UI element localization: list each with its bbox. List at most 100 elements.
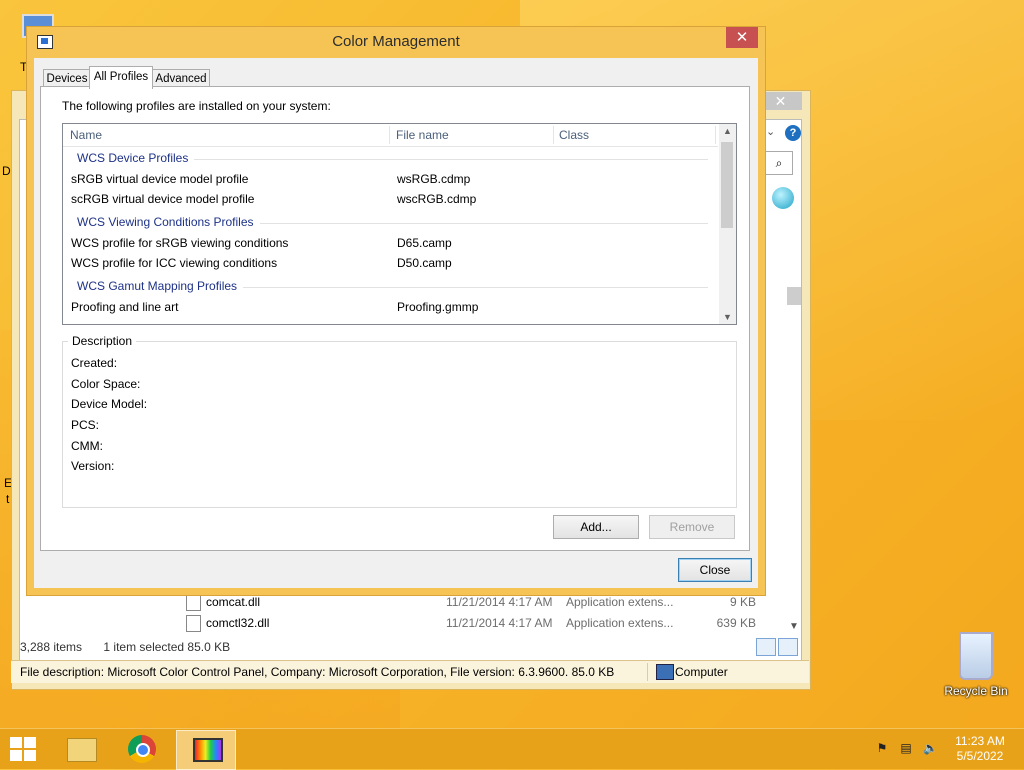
search-icon[interactable]: ⌕ bbox=[765, 151, 793, 175]
selection-info: 1 item selected 85.0 KB bbox=[103, 640, 231, 654]
group-header[interactable]: WCS Device Profiles bbox=[63, 148, 718, 168]
column-divider[interactable] bbox=[553, 126, 554, 144]
device-model-label: Device Model: bbox=[71, 397, 148, 411]
color-ball-icon bbox=[772, 187, 794, 209]
recycle-bin-label: Recycle Bin bbox=[944, 684, 1008, 698]
add-button[interactable]: Add... bbox=[553, 515, 639, 539]
list-header: Name File name Class bbox=[63, 124, 718, 147]
profile-file: Proofing.gmmp bbox=[397, 300, 479, 314]
profile-file: wscRGB.cdmp bbox=[397, 192, 477, 206]
item-count: 3,288 items bbox=[20, 640, 83, 654]
group-title: WCS Device Profiles bbox=[77, 151, 195, 165]
group-title: WCS Gamut Mapping Profiles bbox=[77, 279, 244, 293]
group-divider bbox=[241, 287, 708, 288]
clock-date: 5/5/2022 bbox=[956, 749, 1004, 763]
file-description: File description: Microsoft Color Contro… bbox=[20, 665, 615, 679]
created-label: Created: bbox=[71, 356, 118, 370]
installed-profiles-text: The following profiles are installed on … bbox=[62, 99, 331, 113]
start-button[interactable] bbox=[10, 737, 36, 761]
file-size: 9 KB bbox=[729, 595, 756, 609]
taskbar-file-explorer[interactable] bbox=[52, 730, 110, 768]
scrollbar-thumb[interactable] bbox=[787, 287, 801, 305]
scroll-down-arrow-icon[interactable]: ▼ bbox=[789, 621, 799, 632]
description-group: Description Created: Color Space: Device… bbox=[62, 334, 737, 508]
scrollbar-thumb[interactable] bbox=[721, 142, 733, 228]
version-label: Version: bbox=[71, 459, 115, 473]
dialog-title: Color Management bbox=[332, 33, 460, 50]
network-icon[interactable]: ▤ bbox=[899, 741, 913, 755]
all-profiles-panel: The following profiles are installed on … bbox=[40, 86, 750, 551]
list-item[interactable]: WCS profile for sRGB viewing conditions … bbox=[63, 233, 718, 253]
taskbar: ⚑ ▤ 🔈 11:23 AM 5/5/2022 bbox=[0, 728, 1024, 770]
dialog-client-area: Devices All Profiles Advanced The follow… bbox=[34, 58, 758, 588]
group-divider bbox=[253, 223, 708, 224]
color-space-label: Color Space: bbox=[71, 377, 141, 391]
divider bbox=[647, 663, 648, 681]
view-buttons bbox=[756, 638, 800, 659]
column-divider[interactable] bbox=[715, 126, 716, 144]
profile-name: scRGB virtual device model profile bbox=[71, 192, 255, 206]
taskbar-chrome[interactable] bbox=[114, 730, 172, 768]
recycle-bin[interactable]: Recycle Bin bbox=[944, 632, 1008, 698]
group-divider bbox=[193, 159, 708, 160]
dialog-close-button[interactable]: ✕ bbox=[726, 27, 758, 48]
file-row[interactable]: comctl32.dll 11/21/2014 4:17 AM Applicat… bbox=[186, 613, 756, 633]
remove-button[interactable]: Remove bbox=[649, 515, 735, 539]
action-center-flag-icon[interactable]: ⚑ bbox=[875, 741, 889, 755]
volume-muted-icon[interactable]: 🔈 bbox=[923, 741, 938, 755]
column-header-name[interactable]: Name bbox=[70, 128, 102, 142]
tab-all-profiles[interactable]: All Profiles bbox=[89, 66, 153, 89]
desktop-label-fragment: t bbox=[6, 492, 10, 506]
group-header[interactable]: WCS Viewing Conditions Profiles bbox=[63, 212, 718, 232]
details-view-icon[interactable] bbox=[756, 638, 776, 656]
column-header-file-name[interactable]: File name bbox=[396, 128, 449, 142]
profile-name: WCS profile for ICC viewing conditions bbox=[71, 256, 278, 270]
explorer-status-bar: 3,288 items 1 item selected 85.0 KB bbox=[20, 640, 248, 654]
scroll-down-arrow-icon[interactable]: ▼ bbox=[723, 312, 732, 322]
file-size: 639 KB bbox=[716, 616, 756, 630]
desktop-label-fragment: D bbox=[2, 164, 11, 178]
file-name: comctl32.dll bbox=[206, 616, 270, 630]
folder-icon bbox=[67, 738, 97, 762]
scroll-up-arrow-icon[interactable]: ▲ bbox=[723, 126, 732, 136]
column-header-class[interactable]: Class bbox=[559, 128, 589, 142]
list-scrollbar[interactable]: ▲ ▼ bbox=[719, 124, 736, 324]
group-header[interactable]: WCS Gamut Mapping Profiles bbox=[63, 276, 718, 296]
help-icon[interactable]: ? bbox=[785, 125, 801, 141]
large-icons-view-icon[interactable] bbox=[778, 638, 798, 656]
explorer-scrollbar[interactable]: ▼ bbox=[787, 211, 801, 632]
file-name: comcat.dll bbox=[206, 595, 261, 609]
profile-file: D50.camp bbox=[397, 256, 452, 270]
recycle-bin-icon bbox=[959, 632, 993, 680]
close-button[interactable]: Close bbox=[678, 558, 752, 582]
dll-file-icon bbox=[186, 615, 201, 632]
location-label: Computer bbox=[675, 665, 728, 679]
profiles-list[interactable]: Name File name Class WCS Device Profiles… bbox=[62, 123, 737, 325]
file-date: 11/21/2014 4:17 AM bbox=[446, 616, 553, 630]
color-management-icon bbox=[193, 738, 223, 762]
cmm-label: CMM: bbox=[71, 439, 103, 453]
clock-time: 11:23 AM bbox=[955, 734, 1005, 748]
list-item[interactable]: Proofing and line art Proofing.gmmp bbox=[63, 297, 718, 317]
chevron-down-icon[interactable]: ⌄ bbox=[766, 125, 775, 138]
list-item[interactable]: sRGB virtual device model profile wsRGB.… bbox=[63, 169, 718, 189]
file-description-bar: File description: Microsoft Color Contro… bbox=[11, 660, 809, 683]
dll-file-icon bbox=[186, 594, 201, 611]
profile-file: D65.camp bbox=[397, 236, 452, 250]
profile-name: sRGB virtual device model profile bbox=[71, 172, 249, 186]
column-divider[interactable] bbox=[389, 126, 390, 144]
list-item[interactable]: WCS profile for ICC viewing conditions D… bbox=[63, 253, 718, 273]
color-management-dialog[interactable]: Color Management ✕ Devices All Profiles … bbox=[26, 26, 766, 596]
list-item[interactable]: scRGB virtual device model profile wscRG… bbox=[63, 189, 718, 209]
profile-file: wsRGB.cdmp bbox=[397, 172, 471, 186]
taskbar-color-management[interactable] bbox=[176, 730, 236, 770]
computer-icon bbox=[656, 664, 674, 680]
profile-name: WCS profile for sRGB viewing conditions bbox=[71, 236, 289, 250]
file-type: Application extens... bbox=[566, 595, 674, 609]
clock[interactable]: 11:23 AM 5/5/2022 bbox=[950, 734, 1010, 764]
file-type: Application extens... bbox=[566, 616, 674, 630]
pcs-label: PCS: bbox=[71, 418, 100, 432]
file-date: 11/21/2014 4:17 AM bbox=[446, 595, 553, 609]
chrome-icon bbox=[128, 735, 156, 763]
description-legend: Description bbox=[68, 334, 137, 348]
